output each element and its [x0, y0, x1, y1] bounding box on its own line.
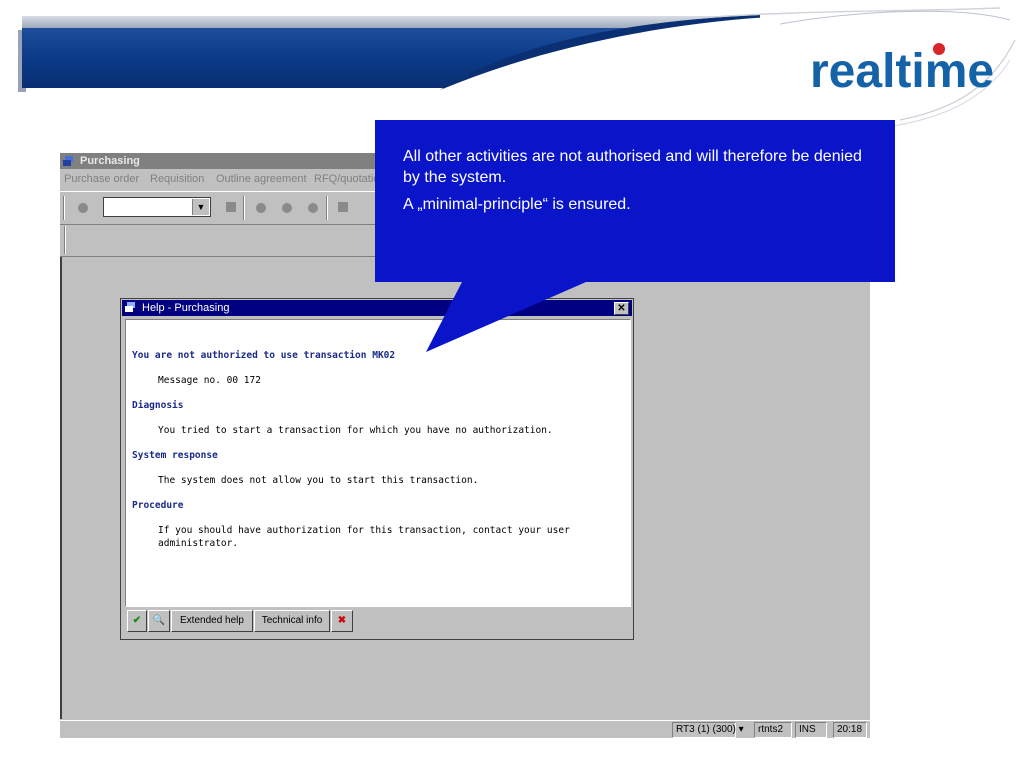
server-name: rtnts2: [754, 722, 792, 738]
appbar-separator: [64, 226, 66, 254]
callout-text: All other activities are not authorised …: [403, 146, 873, 221]
help-heading: You are not authorized to use transactio…: [132, 350, 396, 361]
save-button[interactable]: [226, 202, 236, 212]
print-button[interactable]: [338, 202, 348, 212]
ok-check-icon[interactable]: ✔: [127, 610, 147, 632]
callout-line-1: All other activities are not authorised …: [403, 148, 862, 186]
message-number: Message no. 00 172: [158, 375, 261, 386]
purchasing-app-icon: [63, 156, 73, 166]
realtime-logo: realtime: [810, 45, 995, 98]
toolbar-separator: [63, 196, 65, 220]
system-response-text: The system does not allow you to start t…: [158, 475, 479, 486]
help-text-area: You are not authorized to use transactio…: [125, 319, 631, 607]
back-button[interactable]: [256, 203, 266, 213]
dialog-title: Help - Purchasing: [142, 302, 230, 314]
exit-button[interactable]: [282, 203, 292, 213]
command-dropdown-icon[interactable]: ▼: [192, 199, 209, 215]
dialog-close-button[interactable]: ✕: [614, 302, 629, 315]
diagnosis-text: You tried to start a transaction for whi…: [158, 425, 553, 436]
system-info-text: RT3 (1) (300): [676, 724, 736, 735]
diagnosis-heading: Diagnosis: [132, 400, 184, 411]
system-response-heading: System response: [132, 450, 218, 461]
menu-outline-agreement[interactable]: Outline agreement: [216, 170, 307, 188]
cancel-x-icon[interactable]: ✖: [331, 610, 353, 632]
cancel-toolbar-button[interactable]: [308, 203, 318, 213]
help-window-icon: [125, 302, 135, 312]
procedure-heading: Procedure: [132, 500, 184, 511]
menu-purchase-order[interactable]: Purchase order: [64, 170, 139, 188]
extended-help-button[interactable]: Extended help: [171, 610, 253, 632]
callout-line-2: A „minimal-principle“ is ensured.: [403, 196, 631, 213]
status-bar: RT3 (1) (300) ▾ rtnts2 INS 20:18: [60, 720, 870, 738]
enter-button[interactable]: [78, 203, 88, 213]
dialog-titlebar: Help - Purchasing ✕: [122, 300, 632, 316]
window-title: Purchasing: [80, 155, 140, 167]
toolbar-separator: [243, 196, 245, 220]
logo-dot: [933, 43, 945, 55]
clock: 20:18: [833, 722, 867, 738]
technical-info-button[interactable]: Technical info: [254, 610, 330, 632]
find-icon[interactable]: 🔍: [148, 610, 170, 632]
procedure-text-2: administrator.: [158, 538, 239, 549]
menu-requisition[interactable]: Requisition: [150, 170, 204, 188]
toolbar-separator: [326, 196, 328, 220]
help-dialog: Help - Purchasing ✕ You are not authoriz…: [120, 298, 634, 640]
callout-box: All other activities are not authorised …: [375, 120, 895, 282]
command-field[interactable]: ▼: [103, 197, 211, 217]
procedure-text-1: If you should have authorization for thi…: [158, 525, 570, 536]
system-info[interactable]: RT3 (1) (300) ▾: [672, 722, 744, 738]
insert-mode: INS: [795, 722, 827, 738]
